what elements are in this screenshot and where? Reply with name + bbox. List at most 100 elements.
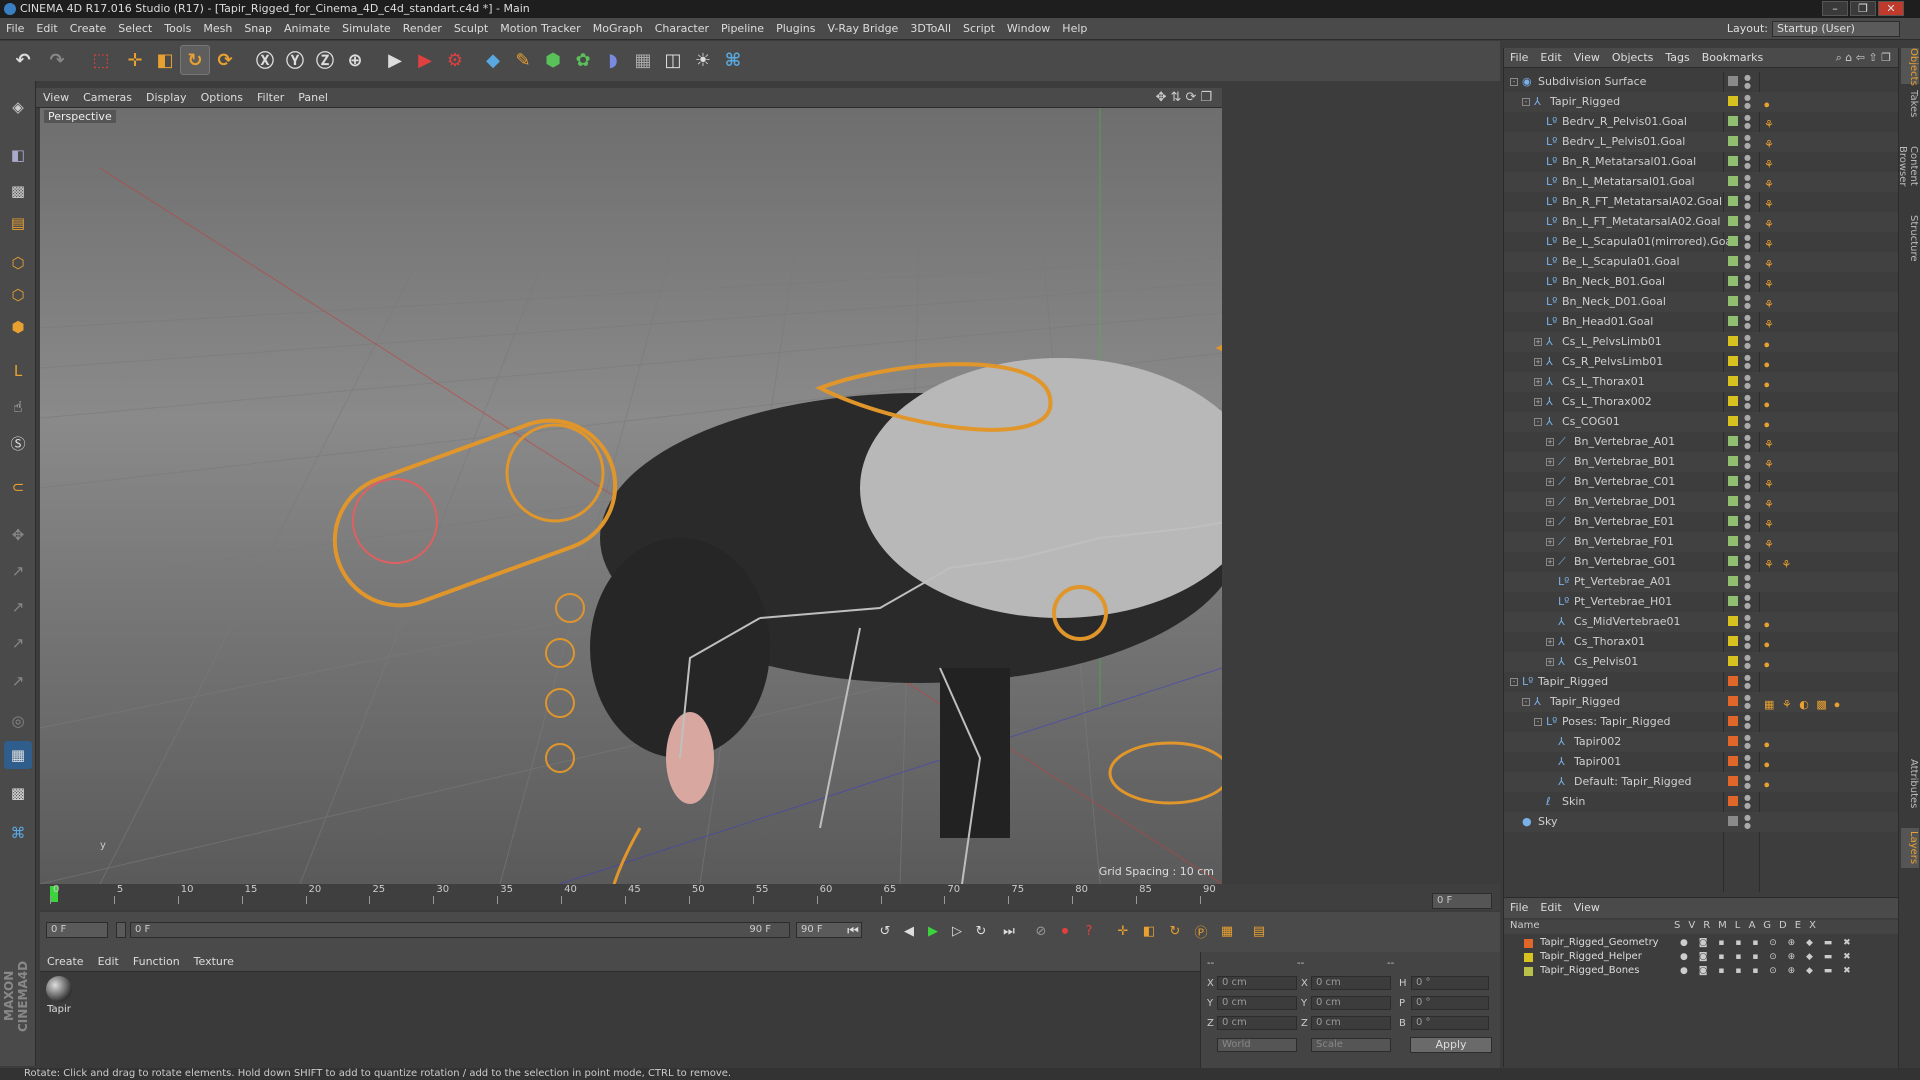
object-row[interactable]: ⅄ Cs_MidVertebrae01 ● ● ⦁ bbox=[1504, 612, 1899, 632]
visibility-dots-icon[interactable]: ● ● bbox=[1744, 374, 1751, 390]
object-name[interactable]: Cs_Pelvis01 bbox=[1574, 652, 1638, 672]
tree-expander-icon[interactable]: + bbox=[1534, 378, 1542, 386]
object-row[interactable]: + ⟋ Bn_Vertebrae_B01 ● ● ⚘ bbox=[1504, 452, 1899, 472]
object-name[interactable]: Cs_COG01 bbox=[1562, 412, 1620, 432]
object-row[interactable]: Lº Bn_Neck_D01.Goal ● ● ⚘ bbox=[1504, 292, 1899, 312]
tab-content-browser[interactable]: Content Browser bbox=[1897, 128, 1919, 204]
apply-button[interactable]: Apply bbox=[1410, 1037, 1492, 1053]
previous-frame-icon[interactable]: ◀ bbox=[896, 918, 922, 944]
object-row[interactable]: + ⟋ Bn_Vertebrae_F01 ● ● ⚘ bbox=[1504, 532, 1899, 552]
viewport-menu-filter[interactable]: Filter bbox=[250, 88, 291, 108]
viewport-menu-view[interactable]: View bbox=[36, 88, 76, 108]
object-name[interactable]: Skin bbox=[1562, 792, 1585, 812]
visibility-dots-icon[interactable]: ● ● bbox=[1744, 414, 1751, 430]
object-row[interactable]: - Lº Poses: Tapir_Rigged ● ● bbox=[1504, 712, 1899, 732]
tab-takes[interactable]: Takes bbox=[1901, 84, 1919, 124]
layer-color-swatch[interactable] bbox=[1728, 376, 1738, 386]
visibility-dots-icon[interactable]: ● ● bbox=[1744, 114, 1751, 130]
viewport-nav-icons[interactable]: ✥⇅⟳❐ bbox=[1156, 90, 1216, 105]
visibility-dots-icon[interactable]: ● ● bbox=[1744, 674, 1751, 690]
visibility-dots-icon[interactable]: ● ● bbox=[1744, 334, 1751, 350]
menu-help[interactable]: Help bbox=[1056, 18, 1093, 40]
layer-color-swatch[interactable] bbox=[1728, 136, 1738, 146]
layer-color-swatch[interactable] bbox=[1728, 276, 1738, 286]
layer-color-swatch[interactable] bbox=[1728, 416, 1738, 426]
object-name[interactable]: Bn_Vertebrae_B01 bbox=[1574, 452, 1675, 472]
object-row[interactable]: ⅄ Tapir001 ● ● ⦁ bbox=[1504, 752, 1899, 772]
object-row[interactable]: - ⅄ Cs_COG01 ● ● ⦁ bbox=[1504, 412, 1899, 432]
maximize-button[interactable]: ❐ bbox=[1850, 1, 1876, 16]
visibility-dots-icon[interactable]: ● ● bbox=[1744, 634, 1751, 650]
x-axis-icon[interactable]: Ⓧ bbox=[250, 45, 280, 75]
floor-icon[interactable]: ▦ bbox=[628, 45, 658, 75]
visibility-dots-icon[interactable]: ● ● bbox=[1744, 474, 1751, 490]
snap-icon[interactable]: Ⓢ bbox=[4, 429, 32, 457]
recent-tool-icon[interactable]: ⟳ bbox=[210, 45, 240, 75]
coord-z-size[interactable]: 0 cm bbox=[1311, 1016, 1391, 1030]
layer-menu-file[interactable]: File bbox=[1504, 898, 1534, 918]
visibility-dots-icon[interactable]: ● ● bbox=[1744, 354, 1751, 370]
redo-icon[interactable]: ↷ bbox=[42, 45, 72, 75]
go-to-start-icon[interactable]: ⏮ bbox=[840, 918, 866, 944]
layer-color-swatch[interactable] bbox=[1728, 236, 1738, 246]
object-name[interactable]: Bn_Vertebrae_A01 bbox=[1574, 432, 1675, 452]
tree-expander-icon[interactable]: + bbox=[1534, 398, 1542, 406]
tree-expander-icon[interactable]: + bbox=[1546, 538, 1554, 546]
layer-color-swatch[interactable] bbox=[1728, 96, 1738, 106]
viewport-menu-options[interactable]: Options bbox=[194, 88, 250, 108]
layer-color-swatch[interactable] bbox=[1728, 176, 1738, 186]
tree-expander-icon[interactable]: - bbox=[1534, 418, 1542, 426]
layer-flags-icon[interactable]: ● ◙ ▪ ▪ ▪ ⊙ ⊕ ◆ ▬ ✖ bbox=[1680, 964, 1855, 978]
object-name[interactable]: Cs_L_Thorax002 bbox=[1562, 392, 1652, 412]
tree-expander-icon[interactable]: - bbox=[1534, 718, 1542, 726]
next-key-icon[interactable]: ↻ bbox=[968, 918, 994, 944]
viewport-perspective[interactable]: y Perspective Grid Spacing : 10 cm bbox=[40, 108, 1222, 884]
edges-mode-icon[interactable]: ⬡ bbox=[4, 281, 32, 309]
object-name[interactable]: Tapir001 bbox=[1574, 752, 1621, 772]
layer-color-swatch[interactable] bbox=[1728, 196, 1738, 206]
object-row[interactable]: + ⟋ Bn_Vertebrae_G01 ● ● ⚘ ⚘ bbox=[1504, 552, 1899, 572]
material-menu-edit[interactable]: Edit bbox=[91, 952, 126, 972]
object-row[interactable]: + ⅄ Cs_R_PelvsLimb01 ● ● ⦁ bbox=[1504, 352, 1899, 372]
menu-simulate[interactable]: Simulate bbox=[336, 18, 397, 40]
menu-v-ray-bridge[interactable]: V-Ray Bridge bbox=[821, 18, 904, 40]
visibility-dots-icon[interactable]: ● ● bbox=[1744, 794, 1751, 810]
object-name[interactable]: Bn_Neck_B01.Goal bbox=[1562, 272, 1665, 292]
tree-expander-icon[interactable]: + bbox=[1534, 358, 1542, 366]
tree-expander-icon[interactable]: + bbox=[1546, 478, 1554, 486]
menu-select[interactable]: Select bbox=[112, 18, 158, 40]
menu-plugins[interactable]: Plugins bbox=[770, 18, 821, 40]
menu-animate[interactable]: Animate bbox=[278, 18, 336, 40]
visibility-dots-icon[interactable]: ● ● bbox=[1744, 194, 1751, 210]
object-menu-edit[interactable]: Edit bbox=[1534, 48, 1567, 68]
coord-mode-select[interactable]: Scale bbox=[1311, 1038, 1391, 1052]
object-row[interactable]: + ⅄ Cs_L_PelvsLimb01 ● ● ⦁ bbox=[1504, 332, 1899, 352]
object-row[interactable]: Lº Bn_L_FT_MetatarsalA02.Goal ● ● ⚘ bbox=[1504, 212, 1899, 232]
menu-window[interactable]: Window bbox=[1001, 18, 1056, 40]
object-name[interactable]: Bn_R_Metatarsal01.Goal bbox=[1562, 152, 1696, 172]
visibility-dots-icon[interactable]: ● ● bbox=[1744, 94, 1751, 110]
menu-edit[interactable]: Edit bbox=[30, 18, 63, 40]
timeline-end-field[interactable]: 0 F bbox=[1432, 893, 1492, 909]
object-menu-bookmarks[interactable]: Bookmarks bbox=[1696, 48, 1769, 68]
object-name[interactable]: Cs_L_Thorax01 bbox=[1562, 372, 1645, 392]
coord-b-rotation[interactable]: 0 ° bbox=[1411, 1016, 1489, 1030]
scale-icon[interactable]: ◧ bbox=[150, 45, 180, 75]
object-row[interactable]: + ⅄ Cs_Pelvis01 ● ● ⦁ bbox=[1504, 652, 1899, 672]
object-row[interactable]: Lº Bn_L_Metatarsal01.Goal ● ● ⚘ bbox=[1504, 172, 1899, 192]
tree-expander-icon[interactable]: + bbox=[1546, 558, 1554, 566]
object-row[interactable]: Lº Be_L_Scapula01.Goal ● ● ⚘ bbox=[1504, 252, 1899, 272]
object-name[interactable]: Default: Tapir_Rigged bbox=[1574, 772, 1692, 792]
visibility-dots-icon[interactable]: ● ● bbox=[1744, 554, 1751, 570]
object-name[interactable]: Bn_L_FT_MetatarsalA02.Goal bbox=[1562, 212, 1721, 232]
object-name[interactable]: Cs_L_PelvsLimb01 bbox=[1562, 332, 1662, 352]
coord-y-size[interactable]: 0 cm bbox=[1311, 996, 1391, 1010]
object-menu-view[interactable]: View bbox=[1568, 48, 1606, 68]
record-keys-icon[interactable]: ⊘ bbox=[1028, 918, 1054, 944]
object-name[interactable]: Bn_Vertebrae_G01 bbox=[1574, 552, 1676, 572]
move-workplane-icon[interactable]: ↗ bbox=[4, 667, 32, 695]
object-name[interactable]: Cs_MidVertebrae01 bbox=[1574, 612, 1681, 632]
object-row[interactable]: ⅄ Default: Tapir_Rigged ● ● ⦁ bbox=[1504, 772, 1899, 792]
model-mode-icon[interactable]: ◧ bbox=[4, 141, 32, 169]
menu-mesh[interactable]: Mesh bbox=[197, 18, 238, 40]
